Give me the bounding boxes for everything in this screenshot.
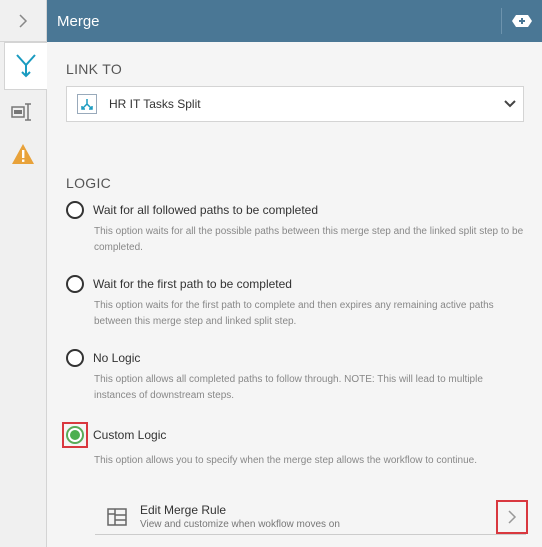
radio-custom-logic[interactable] [66, 426, 84, 444]
header-action-button[interactable] [502, 0, 542, 42]
highlight-box [62, 422, 88, 448]
add-tag-icon [512, 15, 532, 27]
edit-merge-rule-button[interactable] [496, 499, 528, 534]
edit-merge-rule-subtitle: View and customize when wokflow moves on [140, 519, 340, 530]
layout-panel-icon [107, 507, 127, 526]
option-title: No Logic [93, 351, 141, 365]
link-to-selected-value: HR IT Tasks Split [109, 97, 201, 111]
panel-title: Merge [57, 12, 100, 30]
option-title: Wait for the first path to be completed [93, 277, 292, 291]
merge-icon [16, 54, 36, 78]
option-description: This option waits for all the possible p… [94, 226, 524, 253]
logic-option-wait-all: Wait for all followed paths to be comple… [66, 201, 526, 256]
edit-merge-rule-row[interactable]: Edit Merge Rule View and customize when … [95, 499, 528, 535]
rail-warnings-button[interactable] [4, 132, 42, 176]
chevron-down-icon [497, 99, 523, 109]
warning-icon [12, 144, 34, 164]
logic-label: LOGIC [66, 175, 112, 191]
radio-no-logic[interactable] [66, 349, 84, 367]
option-title: Wait for all followed paths to be comple… [93, 203, 319, 217]
panel-header: Merge [47, 0, 542, 42]
expand-rail-button[interactable] [0, 0, 46, 42]
option-description: This option allows all completed paths t… [94, 374, 483, 401]
edit-merge-rule-title: Edit Merge Rule [140, 503, 227, 517]
radio-selected-dot [70, 430, 80, 440]
split-step-icon [77, 94, 97, 114]
radio-wait-all[interactable] [66, 201, 84, 219]
left-rail [0, 0, 47, 547]
logic-option-wait-first: Wait for the first path to be completed … [66, 275, 526, 330]
form-field-icon [11, 103, 31, 121]
radio-wait-first[interactable] [66, 275, 84, 293]
link-to-select[interactable]: HR IT Tasks Split [66, 86, 524, 122]
option-description: This option allows you to specify when t… [94, 455, 477, 466]
option-description: This option waits for the first path to … [94, 300, 494, 327]
link-to-label: LINK TO [66, 61, 123, 77]
chevron-right-icon [19, 13, 28, 28]
logic-option-no-logic: No Logic This option allows all complete… [66, 349, 526, 404]
rail-merge-button[interactable] [4, 42, 47, 90]
chevron-right-icon [508, 509, 517, 524]
logic-option-custom: Custom Logic This option allows you to s… [62, 422, 526, 469]
rail-properties-button[interactable] [4, 90, 42, 134]
option-title: Custom Logic [93, 428, 167, 442]
merge-settings-panel: LINK TO HR IT Tasks Split LOGIC Wait for… [47, 42, 542, 547]
